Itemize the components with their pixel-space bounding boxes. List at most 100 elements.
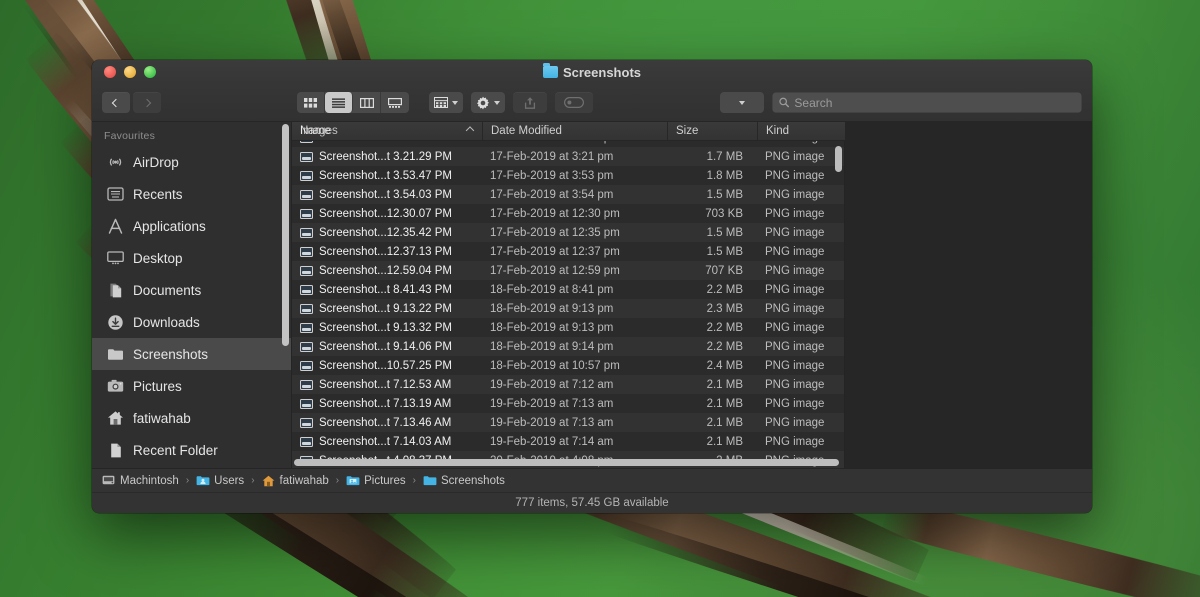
folder-icon <box>106 345 124 363</box>
file-list-horizontal-scrollbar[interactable] <box>294 459 839 466</box>
home-icon <box>262 475 275 486</box>
breadcrumb-item[interactable]: Users <box>196 475 244 487</box>
sort-ascending-icon <box>467 128 474 135</box>
file-name-label: Screenshot...t 7.12.53 AM <box>319 379 451 391</box>
table-row[interactable]: Screenshot...t 8.41.43 PM18-Feb-2019 at … <box>292 280 845 299</box>
column-header-size[interactable]: Size <box>667 122 757 140</box>
search-input[interactable] <box>794 96 1075 110</box>
group-by-button[interactable] <box>429 92 463 113</box>
breadcrumb-item[interactable]: Pictures <box>346 475 406 487</box>
sidebar-item-documents[interactable]: Documents <box>92 274 292 306</box>
cell-name: Screenshot...t 3.53.47 PM <box>292 170 482 182</box>
table-row[interactable]: Screenshot...t 7.13.46 AM19-Feb-2019 at … <box>292 413 845 432</box>
cell-date-modified: 17-Feb-2019 at 3:21 pm <box>482 151 667 163</box>
table-row[interactable]: Screenshot...t 7.13.19 AM19-Feb-2019 at … <box>292 394 845 413</box>
png-image-icon <box>300 437 313 447</box>
share-button[interactable] <box>513 92 547 113</box>
breadcrumb-item[interactable]: Machintosh <box>102 475 179 487</box>
table-row[interactable]: Screenshot...t 9.13.22 PM18-Feb-2019 at … <box>292 299 845 318</box>
cell-kind: PNG image <box>757 227 845 239</box>
png-image-icon <box>300 285 313 295</box>
file-list-vertical-scrollbar[interactable] <box>835 146 842 172</box>
users-folder-icon <box>196 475 209 486</box>
cell-date-modified: 17-Feb-2019 at 12:23 pm <box>482 141 667 144</box>
status-bar-text: 777 items, 57.45 GB available <box>515 497 668 509</box>
action-menu-button[interactable] <box>471 92 505 113</box>
breadcrumb-item[interactable]: fatiwahab <box>262 475 329 487</box>
tags-button[interactable] <box>555 92 593 113</box>
sidebar-item-fatiwahab[interactable]: fatiwahab <box>92 402 292 434</box>
sidebar-item-archives-in-downlo[interactable]: Archives in downlo... <box>92 466 292 468</box>
png-image-icon <box>300 228 313 238</box>
file-name-label: Screenshot...12.35.42 PM <box>319 227 452 239</box>
breadcrumb-item[interactable]: Screenshots <box>423 475 505 487</box>
table-row[interactable]: Screenshot...t 3.21.29 PM17-Feb-2019 at … <box>292 147 845 166</box>
cell-size: 1.5 MB <box>667 246 757 258</box>
search-field[interactable] <box>772 92 1082 113</box>
sidebar-item-recents[interactable]: Recents <box>92 178 292 210</box>
file-name-label: Screenshot...12.59.04 PM <box>319 265 452 277</box>
sidebar-item-pictures[interactable]: Pictures <box>92 370 292 402</box>
sidebar-scrollbar[interactable] <box>282 124 289 346</box>
close-button[interactable] <box>104 66 116 78</box>
column-header-date-modified[interactable]: Date Modified <box>482 122 667 140</box>
png-image-icon <box>300 304 313 314</box>
gallery-view-button[interactable] <box>381 92 409 113</box>
back-button[interactable] <box>102 92 130 113</box>
file-list-pane: Name Images Date Modified Size Kind Scre… <box>292 122 845 468</box>
sidebar-item-screenshots[interactable]: Screenshots <box>92 338 292 370</box>
sidebar-item-downloads[interactable]: Downloads <box>92 306 292 338</box>
table-row[interactable]: Screenshot...12.37.13 PM17-Feb-2019 at 1… <box>292 242 845 261</box>
navigation-buttons <box>102 92 161 113</box>
sidebar-item-airdrop[interactable]: AirDrop <box>92 146 292 178</box>
cell-date-modified: 19-Feb-2019 at 7:14 am <box>482 436 667 448</box>
column-header-name[interactable]: Name Images <box>292 122 482 140</box>
cell-size: 2.3 MB <box>667 303 757 315</box>
list-view-button[interactable] <box>325 92 353 113</box>
cell-date-modified: 18-Feb-2019 at 8:41 pm <box>482 284 667 296</box>
maximize-button[interactable] <box>144 66 156 78</box>
cell-date-modified: 18-Feb-2019 at 9:14 pm <box>482 341 667 353</box>
column-header-kind[interactable]: Kind <box>757 122 845 140</box>
chevron-right-icon <box>143 98 151 106</box>
cell-name: Screenshot...12.35.42 PM <box>292 227 482 239</box>
table-row[interactable]: Screenshot...12.30.07 PM17-Feb-2019 at 1… <box>292 204 845 223</box>
png-image-icon <box>300 399 313 409</box>
table-row[interactable]: Screenshot...t 9.14.06 PM18-Feb-2019 at … <box>292 337 845 356</box>
sidebar-item-label: Documents <box>133 283 201 298</box>
harddisk-icon <box>102 475 115 486</box>
gallery-icon <box>388 98 402 108</box>
table-row[interactable]: Screenshot...t 3.53.47 PM17-Feb-2019 at … <box>292 166 845 185</box>
sidebar-item-recent-folder[interactable]: Recent Folder <box>92 434 292 466</box>
sidebar-item-applications[interactable]: Applications <box>92 210 292 242</box>
column-view-button[interactable] <box>353 92 381 113</box>
cell-name: Screenshot...t 9.13.22 PM <box>292 303 482 315</box>
sidebar-item-label: fatiwahab <box>133 411 191 426</box>
table-row[interactable]: Screenshot...t 7.12.53 AM19-Feb-2019 at … <box>292 375 845 394</box>
breadcrumb-separator: › <box>251 475 254 486</box>
cell-kind: PNG image <box>757 284 845 296</box>
table-row[interactable]: Screenshot...10.57.25 PM18-Feb-2019 at 1… <box>292 356 845 375</box>
window-titlebar[interactable]: Screenshots <box>92 60 1092 84</box>
grid-icon <box>304 98 317 108</box>
table-row[interactable]: Screenshot...12.35.42 PM17-Feb-2019 at 1… <box>292 223 845 242</box>
cell-kind: PNG image <box>757 360 845 372</box>
cell-kind: PNG image <box>757 189 845 201</box>
cell-name: Screenshot...10.57.25 PM <box>292 360 482 372</box>
png-image-icon <box>300 190 313 200</box>
finder-window: Screenshots <box>92 60 1092 513</box>
breadcrumb-label: fatiwahab <box>280 475 329 487</box>
table-row[interactable]: Screenshot...t 3.54.03 PM17-Feb-2019 at … <box>292 185 845 204</box>
view-options-button[interactable] <box>720 92 764 113</box>
table-row[interactable]: Screenshot...t 7.14.03 AM19-Feb-2019 at … <box>292 432 845 451</box>
minimize-button[interactable] <box>124 66 136 78</box>
icon-view-button[interactable] <box>297 92 325 113</box>
table-row[interactable]: Screenshot...t 9.13.32 PM18-Feb-2019 at … <box>292 318 845 337</box>
chevron-down-icon <box>452 101 458 105</box>
table-row[interactable]: Screenshot...12.59.04 PM17-Feb-2019 at 1… <box>292 261 845 280</box>
forward-button[interactable] <box>133 92 161 113</box>
sidebar-item-desktop[interactable]: Desktop <box>92 242 292 274</box>
file-name-label: Screenshot...10.57.25 PM <box>319 360 452 372</box>
file-name-label: Screenshot...t 7.13.46 AM <box>319 417 451 429</box>
png-image-icon <box>300 209 313 219</box>
